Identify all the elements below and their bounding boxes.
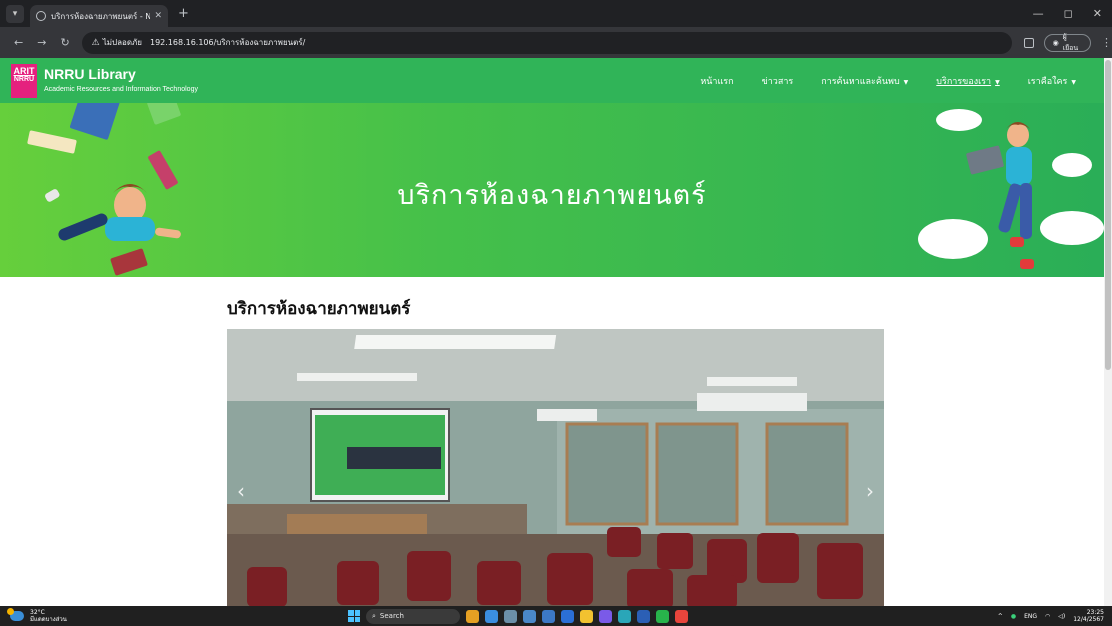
restore-icon[interactable]: ◻ bbox=[1064, 7, 1073, 20]
tab-search-button[interactable]: ▾ bbox=[6, 4, 24, 23]
network-app-icon[interactable]: ● bbox=[1011, 613, 1016, 620]
site-logo[interactable]: ARIT NRRU bbox=[11, 63, 37, 98]
search-label: Search bbox=[379, 612, 404, 620]
nav-search-discovery[interactable]: การค้นหาและค้นพบ ▼ bbox=[821, 74, 908, 88]
profile-button[interactable]: ◉ ผู้เยือน bbox=[1043, 32, 1091, 52]
new-tab-button[interactable]: + bbox=[178, 6, 189, 21]
book-illustration bbox=[69, 103, 121, 141]
side-panel-icon[interactable] bbox=[1023, 37, 1034, 48]
taskbar-search[interactable]: ⌕ Search bbox=[366, 608, 460, 624]
weather-text: มีแดดบางส่วน bbox=[30, 616, 67, 623]
scrollbar-thumb[interactable] bbox=[1105, 60, 1111, 370]
weather-widget[interactable]: 32°C มีแดดบางส่วน bbox=[7, 608, 67, 623]
cloud-illustration bbox=[1052, 153, 1092, 177]
taskbar: 32°C มีแดดบางส่วน ⌕ Search ^ ● ENG ◠ ◁) … bbox=[0, 606, 1112, 626]
profile-icon: ◉ bbox=[1052, 38, 1059, 47]
system-tray: ^ ● ENG ◠ ◁) 23:25 12/4/2567 bbox=[998, 606, 1104, 626]
page-title: บริการห้องฉายภาพยนตร์ bbox=[227, 299, 411, 319]
menu-icon[interactable]: ⋮ bbox=[1101, 36, 1112, 49]
browser-tab[interactable]: บริการห้องฉายภาพยนตร์ - NRRU L ✕ bbox=[30, 5, 168, 27]
weather-icon bbox=[7, 608, 24, 621]
chrome-icon[interactable] bbox=[675, 609, 688, 623]
wifi-icon[interactable]: ◠ bbox=[1045, 613, 1050, 620]
date: 12/4/2567 bbox=[1073, 616, 1104, 623]
clock[interactable]: 23:25 12/4/2567 bbox=[1073, 609, 1104, 623]
carousel-next-button[interactable]: › bbox=[866, 479, 874, 503]
time: 23:25 bbox=[1086, 609, 1104, 616]
man-with-laptop-illustration bbox=[966, 122, 1034, 269]
start-icon[interactable] bbox=[348, 610, 360, 622]
forward-icon[interactable]: → bbox=[37, 36, 46, 49]
close-icon[interactable]: ✕ bbox=[154, 11, 162, 21]
url-text[interactable]: 192.168.16.106/บริการห้องฉายภาพยนตร์/ bbox=[150, 36, 305, 49]
volume-icon[interactable]: ◁) bbox=[1058, 613, 1065, 620]
page-viewport: ARIT NRRU NRRU Library Academic Resource… bbox=[0, 58, 1112, 606]
book-illustration bbox=[27, 130, 77, 154]
brand-subtitle: Academic Resources and Information Techn… bbox=[44, 86, 198, 93]
line-icon[interactable] bbox=[656, 609, 669, 623]
browser-tab-strip: ▾ บริการห้องฉายภาพยนตร์ - NRRU L ✕ + — ◻… bbox=[0, 0, 1112, 27]
book-illustration bbox=[146, 103, 182, 126]
task-view-icon[interactable] bbox=[504, 609, 517, 623]
nav-our-services[interactable]: บริการของเรา ▼ bbox=[936, 74, 999, 88]
language-indicator[interactable]: ENG bbox=[1024, 613, 1037, 620]
widgets-icon[interactable] bbox=[466, 609, 479, 623]
address-bar: ← → ↻ ⚠ ไม่ปลอดภัย 192.168.16.106/บริการ… bbox=[0, 27, 1112, 58]
nav-news[interactable]: ข่าวสาร bbox=[762, 74, 794, 88]
teams-icon[interactable] bbox=[523, 609, 536, 623]
globe-icon bbox=[36, 11, 46, 21]
caret-down-icon: ▼ bbox=[995, 78, 1000, 86]
brand-name: NRRU Library bbox=[44, 66, 136, 82]
caret-down-icon: ▼ bbox=[1071, 78, 1076, 86]
search-icon: ⌕ bbox=[372, 611, 376, 620]
reload-icon[interactable]: ↻ bbox=[60, 36, 69, 49]
caret-down-icon: ▼ bbox=[903, 78, 909, 86]
nav-home[interactable]: หน้าแรก bbox=[700, 74, 733, 88]
page-scrollbar[interactable] bbox=[1104, 58, 1112, 606]
messenger-icon[interactable] bbox=[599, 609, 612, 623]
main-nav: หน้าแรก ข่าวสาร การค้นหาและค้นพบ ▼ บริการ… bbox=[672, 74, 1076, 88]
nav-about-us[interactable]: เราคือใคร ▼ bbox=[1028, 74, 1076, 88]
word-icon[interactable] bbox=[637, 609, 650, 623]
hero-banner: บริการห้องฉายภาพยนตร์ bbox=[0, 103, 1104, 277]
hero-title: บริการห้องฉายภาพยนตร์ bbox=[397, 180, 707, 211]
security-label[interactable]: ไม่ปลอดภัย bbox=[103, 36, 142, 49]
window-controls: — ◻ ✕ bbox=[1033, 7, 1102, 20]
profile-label: ผู้เยือน bbox=[1062, 32, 1079, 52]
taskbar-center: ⌕ Search bbox=[348, 606, 688, 626]
warning-icon[interactable]: ⚠ bbox=[92, 38, 100, 48]
store-icon[interactable] bbox=[561, 609, 574, 623]
tab-title: บริการห้องฉายภาพยนตร์ - NRRU L bbox=[51, 11, 151, 21]
url-input[interactable]: ⚠ ไม่ปลอดภัย 192.168.16.106/บริการห้องฉา… bbox=[81, 31, 1012, 54]
cinema-room-photo bbox=[227, 329, 884, 606]
copilot-icon[interactable] bbox=[485, 609, 498, 623]
site-header: ARIT NRRU NRRU Library Academic Resource… bbox=[0, 58, 1104, 103]
brand[interactable]: NRRU Library Academic Resources and Info… bbox=[44, 66, 198, 95]
temperature: 32°C bbox=[30, 609, 45, 616]
image-carousel[interactable]: ‹ › bbox=[227, 329, 884, 606]
photos-icon[interactable] bbox=[542, 609, 555, 623]
back-icon[interactable]: ← bbox=[14, 36, 23, 49]
file-explorer-icon[interactable] bbox=[580, 609, 593, 623]
edge-icon[interactable] bbox=[618, 609, 631, 623]
chevron-up-icon[interactable]: ^ bbox=[998, 613, 1003, 620]
carousel-prev-button[interactable]: ‹ bbox=[237, 479, 245, 503]
minimize-icon[interactable]: — bbox=[1033, 7, 1044, 20]
window-close-icon[interactable]: ✕ bbox=[1093, 7, 1102, 20]
